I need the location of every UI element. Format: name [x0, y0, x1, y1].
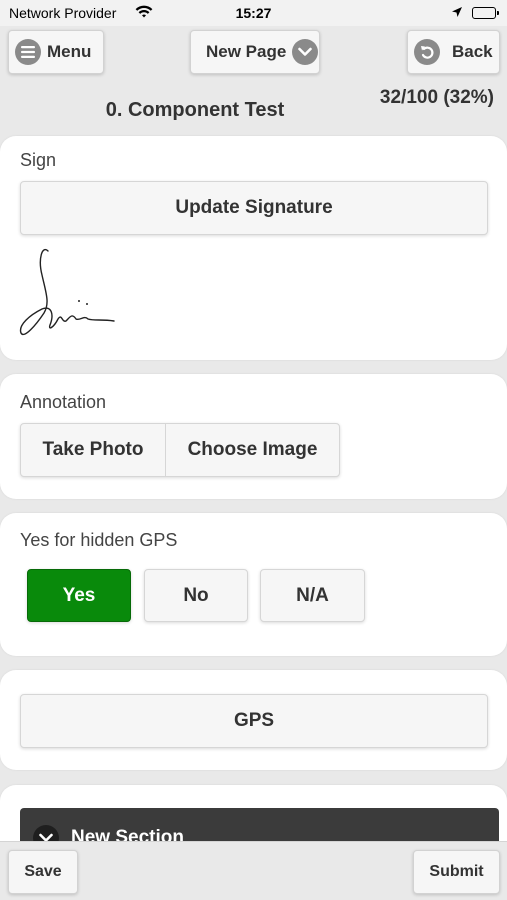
option-na-button[interactable]: N/A [260, 569, 365, 622]
page-title: 0. Component Test [105, 99, 285, 121]
location-arrow-icon [451, 5, 463, 21]
hamburger-icon [15, 39, 41, 65]
hidden-gps-question-label: Yes for hidden GPS [20, 530, 178, 550]
annotation-button-group: Take Photo Choose Image [20, 423, 340, 477]
new-page-button[interactable]: New Page [190, 30, 320, 74]
sign-label: Sign [20, 150, 57, 170]
footer-toolbar: Save Submit [0, 841, 507, 900]
option-no-button[interactable]: No [144, 569, 248, 622]
signature-image [19, 248, 115, 336]
new-page-button-label: New Page [206, 42, 287, 61]
back-button-label: Back [452, 42, 493, 61]
status-bar: Network Provider 15:27 [0, 0, 507, 26]
submit-button-label: Submit [429, 863, 484, 880]
take-photo-button[interactable]: Take Photo [21, 424, 165, 476]
battery-icon [472, 7, 499, 19]
app-header: Menu New Page Back 0. Component Test 32/… [0, 26, 507, 136]
gps-button[interactable]: GPS [20, 694, 488, 748]
menu-button[interactable]: Menu [8, 30, 104, 74]
choose-image-button[interactable]: Choose Image [165, 424, 339, 476]
option-yes-label: Yes [62, 584, 96, 606]
update-signature-button[interactable]: Update Signature [20, 181, 488, 235]
sign-card: Sign Update Signature [0, 136, 507, 360]
back-button[interactable]: Back [407, 30, 500, 74]
back-arrow-icon [414, 39, 440, 65]
clock-time: 15:27 [235, 5, 272, 21]
hidden-gps-question-card: Yes for hidden GPS Yes No N/A [0, 513, 507, 656]
submit-button[interactable]: Submit [413, 850, 500, 894]
gps-button-label: GPS [233, 710, 275, 731]
option-na-label: N/A [296, 584, 329, 606]
gps-card: GPS [0, 670, 507, 770]
progress-counter: 32/100 (32%) [379, 87, 494, 108]
chevron-down-icon [292, 39, 319, 65]
update-signature-label: Update Signature [175, 197, 333, 218]
save-button-label: Save [24, 863, 62, 880]
option-no-label: No [183, 584, 209, 606]
annotation-card: Annotation Take Photo Choose Image [0, 374, 507, 499]
annotation-label: Annotation [20, 392, 107, 412]
option-yes-button[interactable]: Yes [27, 569, 131, 622]
menu-button-label: Menu [47, 42, 92, 61]
save-button[interactable]: Save [8, 850, 78, 894]
